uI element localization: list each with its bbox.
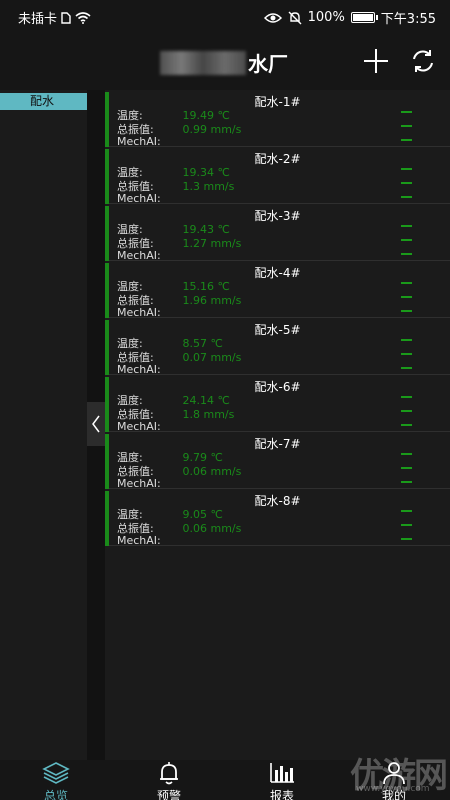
title-suffix: 水厂 [248, 52, 288, 76]
status-dash [401, 310, 412, 312]
device-card[interactable]: 配水-7# 温度: 9.79 ℃ 总振值: 0.06 mm/s MechAI: [105, 432, 450, 490]
mech-label: MechAI: [117, 534, 161, 547]
chevron-left-icon [92, 415, 100, 433]
tab-overview[interactable]: 总览 [26, 760, 86, 800]
status-dash [401, 168, 412, 170]
bell-icon [160, 762, 178, 785]
redacted-name [160, 50, 246, 75]
mech-row: MechAI: [117, 534, 179, 547]
refresh-icon[interactable] [408, 46, 438, 76]
vib-value: 0.06 mm/s [182, 522, 242, 535]
app-header: 水厂 [0, 34, 450, 90]
battery-percent: 100% [307, 10, 345, 25]
device-card[interactable]: 配水-1# 温度: 19.49 ℃ 总振值: 0.99 mm/s MechAI: [105, 90, 450, 148]
vib-value: 1.3 mm/s [182, 180, 235, 193]
device-card[interactable]: 配水-5# 温度: 8.57 ℃ 总振值: 0.07 mm/s MechAI: [105, 318, 450, 376]
status-dash [401, 453, 412, 455]
sidebar-item-peishui[interactable]: 配水 [0, 93, 87, 110]
wifi-icon [75, 11, 91, 24]
layers-icon [42, 762, 70, 784]
status-dash [401, 296, 412, 298]
vib-value: 0.07 mm/s [182, 351, 242, 364]
status-bar: 未插卡 100% 下午3:55 [0, 0, 450, 34]
status-dash [401, 424, 412, 426]
status-dash [401, 139, 412, 141]
battery-icon [350, 12, 378, 23]
vib-value: 1.96 mm/s [182, 294, 242, 307]
status-dash [401, 282, 412, 284]
status-dash [401, 538, 412, 540]
sidebar: 配水 [0, 90, 87, 760]
status-dash [401, 253, 412, 255]
vib-value: 1.27 mm/s [182, 237, 242, 250]
eye-icon [263, 12, 282, 23]
device-card[interactable]: 配水-4# 温度: 15.16 ℃ 总振值: 1.96 mm/s MechAI: [105, 261, 450, 319]
status-dash [401, 353, 412, 355]
status-dash [401, 225, 412, 227]
status-dash [401, 239, 412, 241]
device-card[interactable]: 配水-2# 温度: 19.34 ℃ 总振值: 1.3 mm/s MechAI: [105, 147, 450, 205]
sim-icon [61, 11, 71, 24]
status-dash [401, 481, 412, 483]
tab-alerts-label: 预警 [156, 789, 181, 800]
status-dash [401, 510, 412, 512]
status-dash [401, 524, 412, 526]
clock: 下午3:55 [380, 12, 436, 27]
status-dash [401, 196, 412, 198]
tab-overview-label: 总览 [43, 789, 68, 800]
device-card[interactable]: 配水-8# 温度: 9.05 ℃ 总振值: 0.06 mm/s MechAI: [105, 489, 450, 547]
status-dash [401, 125, 412, 127]
vib-value: 0.99 mm/s [182, 123, 242, 136]
mute-bell-icon [288, 11, 302, 24]
status-dash [401, 410, 412, 412]
vib-value: 1.8 mm/s [182, 408, 235, 421]
tab-reports-label: 报表 [269, 789, 294, 800]
tab-alerts[interactable]: 预警 [139, 760, 199, 800]
watermark-url: www.yoyou.com [356, 784, 430, 794]
status-dash [401, 182, 412, 184]
status-dash [401, 396, 412, 398]
status-dash [401, 467, 412, 469]
vib-value: 0.06 mm/s [182, 465, 242, 478]
page-title: 水厂 [160, 48, 288, 77]
collapse-sidebar-button[interactable] [87, 402, 105, 446]
bar-chart-icon [270, 763, 294, 783]
add-icon[interactable] [361, 46, 391, 76]
device-card[interactable]: 配水-3# 温度: 19.43 ℃ 总振值: 1.27 mm/s MechAI: [105, 204, 450, 262]
tab-reports[interactable]: 报表 [252, 760, 312, 800]
status-dash [401, 367, 412, 369]
device-list: 配水-1# 温度: 19.49 ℃ 总振值: 0.99 mm/s MechAI:… [105, 90, 450, 547]
device-card[interactable]: 配水-6# 温度: 24.14 ℃ 总振值: 1.8 mm/s MechAI: [105, 375, 450, 433]
carrier-label: 未插卡 [18, 12, 58, 27]
status-dash [401, 111, 412, 113]
status-dash [401, 339, 412, 341]
